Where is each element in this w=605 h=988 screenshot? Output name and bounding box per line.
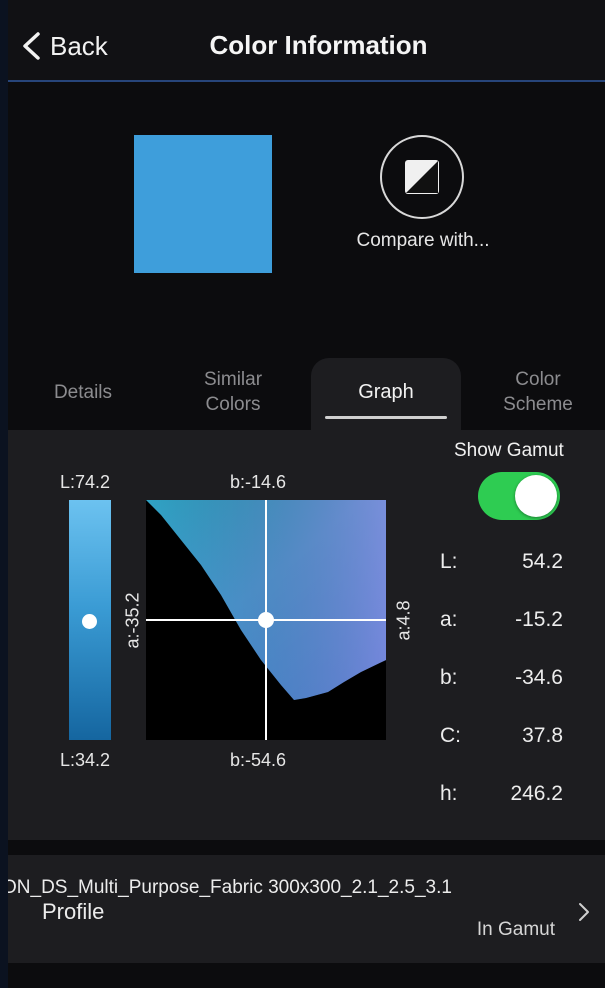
value-c: 37.8 — [522, 724, 563, 747]
nav-bar: Back Color Information — [8, 0, 605, 82]
compare-button[interactable] — [380, 135, 464, 219]
l-min-label: L:34.2 — [60, 750, 111, 770]
profile-label: Profile — [42, 899, 105, 924]
show-gamut-label: Show Gamut — [454, 440, 564, 461]
tab-active-indicator — [325, 416, 447, 419]
chevron-right-icon — [579, 903, 589, 921]
tab-color-scheme-label: Color Scheme — [503, 369, 573, 415]
b-max-label: b:-14.6 — [230, 472, 287, 492]
tab-color-scheme[interactable]: Color Scheme — [478, 367, 598, 417]
tab-graph-label: Graph — [358, 381, 414, 403]
a-max-label: a:4.8 — [393, 600, 414, 641]
color-position-marker[interactable] — [258, 612, 274, 628]
value-name-l: L: — [440, 550, 458, 573]
value-name-a: a: — [440, 608, 458, 631]
ab-plane-plot[interactable] — [146, 500, 386, 740]
show-gamut-toggle[interactable] — [478, 472, 560, 520]
a-min-label: a:-35.2 — [122, 592, 143, 649]
tab-similar-colors-label: Similar Colors — [203, 369, 263, 415]
profile-name: ON_DS_Multi_Purpose_Fabric 300x300_2.1_2… — [8, 877, 452, 898]
compare-label: Compare with... — [356, 230, 490, 251]
value-name-h: h: — [440, 782, 458, 805]
value-name-b: b: — [440, 666, 458, 689]
profile-row[interactable]: ON_DS_Multi_Purpose_Fabric 300x300_2.1_2… — [8, 855, 605, 963]
value-b: -34.6 — [515, 666, 563, 689]
page-title: Color Information — [209, 30, 428, 60]
value-l: 54.2 — [522, 550, 563, 573]
value-h: 246.2 — [510, 782, 563, 805]
b-min-label: b:-54.6 — [230, 750, 287, 770]
toggle-knob — [515, 475, 557, 517]
gamut-status: In Gamut — [476, 919, 555, 940]
l-max-label: L:74.2 — [60, 472, 111, 492]
value-a: -15.2 — [515, 608, 563, 631]
tab-details[interactable]: Details — [28, 380, 138, 405]
value-name-c: C: — [440, 724, 461, 747]
tab-similar-colors[interactable]: Similar Colors — [178, 367, 288, 417]
color-swatch — [134, 135, 272, 273]
tab-details-label: Details — [53, 382, 113, 403]
graph-panel: L:74.2 L:34.2 b:-14.6 b:-54.6 a:-35.2 a:… — [8, 430, 605, 840]
screen: Back Color Information Compare with... D… — [8, 0, 605, 988]
lightness-marker[interactable] — [82, 614, 97, 629]
compare-icon — [405, 160, 439, 194]
tab-graph[interactable]: Graph — [311, 358, 461, 430]
